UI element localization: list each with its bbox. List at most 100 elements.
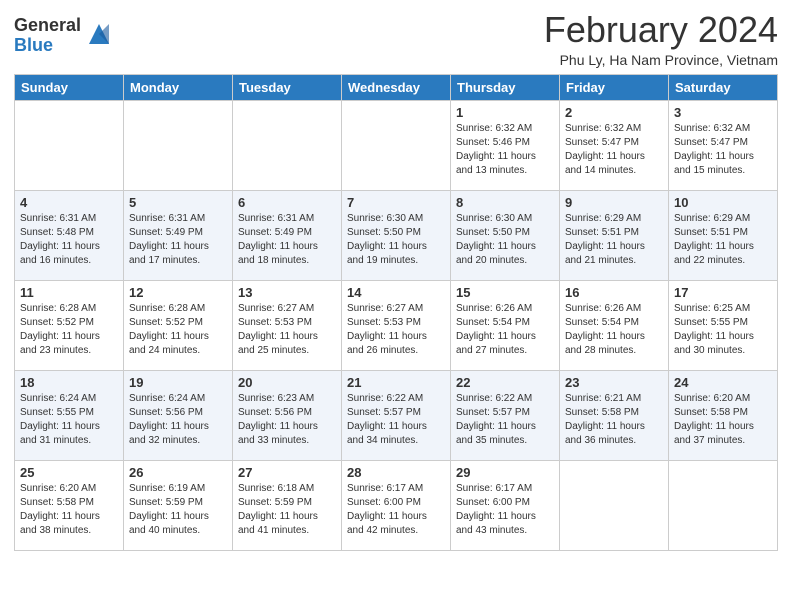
day-info: Sunrise: 6:20 AM Sunset: 5:58 PM Dayligh…: [20, 482, 118, 538]
day-info: Sunrise: 6:27 AM Sunset: 5:53 PM Dayligh…: [347, 302, 445, 358]
calendar-cell: 22 Sunrise: 6:22 AM Sunset: 5:57 PM Dayli…: [451, 370, 560, 460]
calendar-cell: 28 Sunrise: 6:17 AM Sunset: 6:00 PM Dayli…: [342, 460, 451, 550]
day-info: Sunrise: 6:17 AM Sunset: 6:00 PM Dayligh…: [347, 482, 445, 538]
calendar-cell: [342, 100, 451, 190]
day-info: Sunrise: 6:32 AM Sunset: 5:46 PM Dayligh…: [456, 122, 554, 178]
calendar-table: SundayMondayTuesdayWednesdayThursdayFrid…: [14, 74, 778, 551]
day-number: 9: [565, 195, 663, 210]
calendar-cell: 4 Sunrise: 6:31 AM Sunset: 5:48 PM Daylig…: [15, 190, 124, 280]
day-info: Sunrise: 6:28 AM Sunset: 5:52 PM Dayligh…: [129, 302, 227, 358]
day-info: Sunrise: 6:21 AM Sunset: 5:58 PM Dayligh…: [565, 392, 663, 448]
day-info: Sunrise: 6:29 AM Sunset: 5:51 PM Dayligh…: [674, 212, 772, 268]
calendar-cell: [669, 460, 778, 550]
title-area: February 2024 Phu Ly, Ha Nam Province, V…: [544, 10, 778, 68]
day-number: 23: [565, 375, 663, 390]
logo-container: General Blue: [14, 16, 113, 56]
calendar-body: 1 Sunrise: 6:32 AM Sunset: 5:46 PM Daylig…: [15, 100, 778, 550]
day-number: 13: [238, 285, 336, 300]
day-info: Sunrise: 6:32 AM Sunset: 5:47 PM Dayligh…: [674, 122, 772, 178]
day-info: Sunrise: 6:31 AM Sunset: 5:49 PM Dayligh…: [238, 212, 336, 268]
day-info: Sunrise: 6:32 AM Sunset: 5:47 PM Dayligh…: [565, 122, 663, 178]
day-number: 27: [238, 465, 336, 480]
day-number: 11: [20, 285, 118, 300]
day-number: 28: [347, 465, 445, 480]
page: General Blue February 2024 Phu Ly, Ha Na…: [0, 0, 792, 612]
day-number: 7: [347, 195, 445, 210]
day-number: 4: [20, 195, 118, 210]
day-info: Sunrise: 6:22 AM Sunset: 5:57 PM Dayligh…: [456, 392, 554, 448]
calendar-cell: 16 Sunrise: 6:26 AM Sunset: 5:54 PM Dayli…: [560, 280, 669, 370]
day-info: Sunrise: 6:26 AM Sunset: 5:54 PM Dayligh…: [456, 302, 554, 358]
week-row-5: 25 Sunrise: 6:20 AM Sunset: 5:58 PM Dayli…: [15, 460, 778, 550]
day-number: 8: [456, 195, 554, 210]
calendar-cell: 29Sunrise: 6:17 AM Sunset: 6:00 PM Dayli…: [451, 460, 560, 550]
day-info: Sunrise: 6:22 AM Sunset: 5:57 PM Dayligh…: [347, 392, 445, 448]
calendar-title: February 2024: [544, 10, 778, 50]
day-info: Sunrise: 6:29 AM Sunset: 5:51 PM Dayligh…: [565, 212, 663, 268]
calendar-cell: 19 Sunrise: 6:24 AM Sunset: 5:56 PM Dayli…: [124, 370, 233, 460]
calendar-cell: 21 Sunrise: 6:22 AM Sunset: 5:57 PM Dayli…: [342, 370, 451, 460]
day-number: 14: [347, 285, 445, 300]
calendar-cell: 12 Sunrise: 6:28 AM Sunset: 5:52 PM Dayli…: [124, 280, 233, 370]
calendar-cell: 14 Sunrise: 6:27 AM Sunset: 5:53 PM Dayli…: [342, 280, 451, 370]
calendar-cell: 1 Sunrise: 6:32 AM Sunset: 5:46 PM Daylig…: [451, 100, 560, 190]
calendar-cell: 23 Sunrise: 6:21 AM Sunset: 5:58 PM Dayli…: [560, 370, 669, 460]
calendar-cell: 11 Sunrise: 6:28 AM Sunset: 5:52 PM Dayli…: [15, 280, 124, 370]
header-day-thursday: Thursday: [451, 74, 560, 100]
day-info: Sunrise: 6:23 AM Sunset: 5:56 PM Dayligh…: [238, 392, 336, 448]
day-info: Sunrise: 6:26 AM Sunset: 5:54 PM Dayligh…: [565, 302, 663, 358]
day-number: 10: [674, 195, 772, 210]
day-info: Sunrise: 6:17 AM Sunset: 6:00 PM Dayligh…: [456, 482, 554, 538]
day-info: Sunrise: 6:28 AM Sunset: 5:52 PM Dayligh…: [20, 302, 118, 358]
calendar-cell: [560, 460, 669, 550]
day-number: 5: [129, 195, 227, 210]
calendar-cell: 6 Sunrise: 6:31 AM Sunset: 5:49 PM Daylig…: [233, 190, 342, 280]
calendar-cell: 18Sunrise: 6:24 AM Sunset: 5:55 PM Dayli…: [15, 370, 124, 460]
day-number: 26: [129, 465, 227, 480]
calendar-header: SundayMondayTuesdayWednesdayThursdayFrid…: [15, 74, 778, 100]
day-info: Sunrise: 6:25 AM Sunset: 5:55 PM Dayligh…: [674, 302, 772, 358]
header-day-tuesday: Tuesday: [233, 74, 342, 100]
calendar-subtitle: Phu Ly, Ha Nam Province, Vietnam: [544, 52, 778, 68]
calendar-cell: 13Sunrise: 6:27 AM Sunset: 5:53 PM Dayli…: [233, 280, 342, 370]
day-number: 1: [456, 105, 554, 120]
calendar-cell: 9 Sunrise: 6:29 AM Sunset: 5:51 PM Daylig…: [560, 190, 669, 280]
header-day-sunday: Sunday: [15, 74, 124, 100]
week-row-4: 18Sunrise: 6:24 AM Sunset: 5:55 PM Dayli…: [15, 370, 778, 460]
day-info: Sunrise: 6:30 AM Sunset: 5:50 PM Dayligh…: [456, 212, 554, 268]
day-number: 21: [347, 375, 445, 390]
day-info: Sunrise: 6:19 AM Sunset: 5:59 PM Dayligh…: [129, 482, 227, 538]
day-number: 22: [456, 375, 554, 390]
calendar-cell: 26 Sunrise: 6:19 AM Sunset: 5:59 PM Dayli…: [124, 460, 233, 550]
day-info: Sunrise: 6:24 AM Sunset: 5:56 PM Dayligh…: [129, 392, 227, 448]
calendar-cell: [124, 100, 233, 190]
calendar-cell: [233, 100, 342, 190]
calendar-cell: 17 Sunrise: 6:25 AM Sunset: 5:55 PM Dayli…: [669, 280, 778, 370]
day-number: 6: [238, 195, 336, 210]
calendar-cell: 24Sunrise: 6:20 AM Sunset: 5:58 PM Dayli…: [669, 370, 778, 460]
calendar-cell: 8 Sunrise: 6:30 AM Sunset: 5:50 PM Daylig…: [451, 190, 560, 280]
day-number: 16: [565, 285, 663, 300]
day-number: 15: [456, 285, 554, 300]
calendar-cell: 27Sunrise: 6:18 AM Sunset: 5:59 PM Dayli…: [233, 460, 342, 550]
calendar-cell: 3 Sunrise: 6:32 AM Sunset: 5:47 PM Daylig…: [669, 100, 778, 190]
calendar-cell: 5 Sunrise: 6:31 AM Sunset: 5:49 PM Daylig…: [124, 190, 233, 280]
day-info: Sunrise: 6:20 AM Sunset: 5:58 PM Dayligh…: [674, 392, 772, 448]
logo-icon: [85, 20, 113, 48]
logo-text: General Blue: [14, 16, 81, 56]
header-day-wednesday: Wednesday: [342, 74, 451, 100]
day-number: 3: [674, 105, 772, 120]
day-number: 19: [129, 375, 227, 390]
header-day-saturday: Saturday: [669, 74, 778, 100]
day-number: 12: [129, 285, 227, 300]
calendar-cell: 10 Sunrise: 6:29 AM Sunset: 5:51 PM Dayli…: [669, 190, 778, 280]
day-info: Sunrise: 6:31 AM Sunset: 5:49 PM Dayligh…: [129, 212, 227, 268]
day-number: 25: [20, 465, 118, 480]
day-number: 17: [674, 285, 772, 300]
day-number: 2: [565, 105, 663, 120]
day-info: Sunrise: 6:31 AM Sunset: 5:48 PM Dayligh…: [20, 212, 118, 268]
calendar-cell: [15, 100, 124, 190]
week-row-2: 4 Sunrise: 6:31 AM Sunset: 5:48 PM Daylig…: [15, 190, 778, 280]
header-row: SundayMondayTuesdayWednesdayThursdayFrid…: [15, 74, 778, 100]
header: General Blue February 2024 Phu Ly, Ha Na…: [14, 10, 778, 68]
